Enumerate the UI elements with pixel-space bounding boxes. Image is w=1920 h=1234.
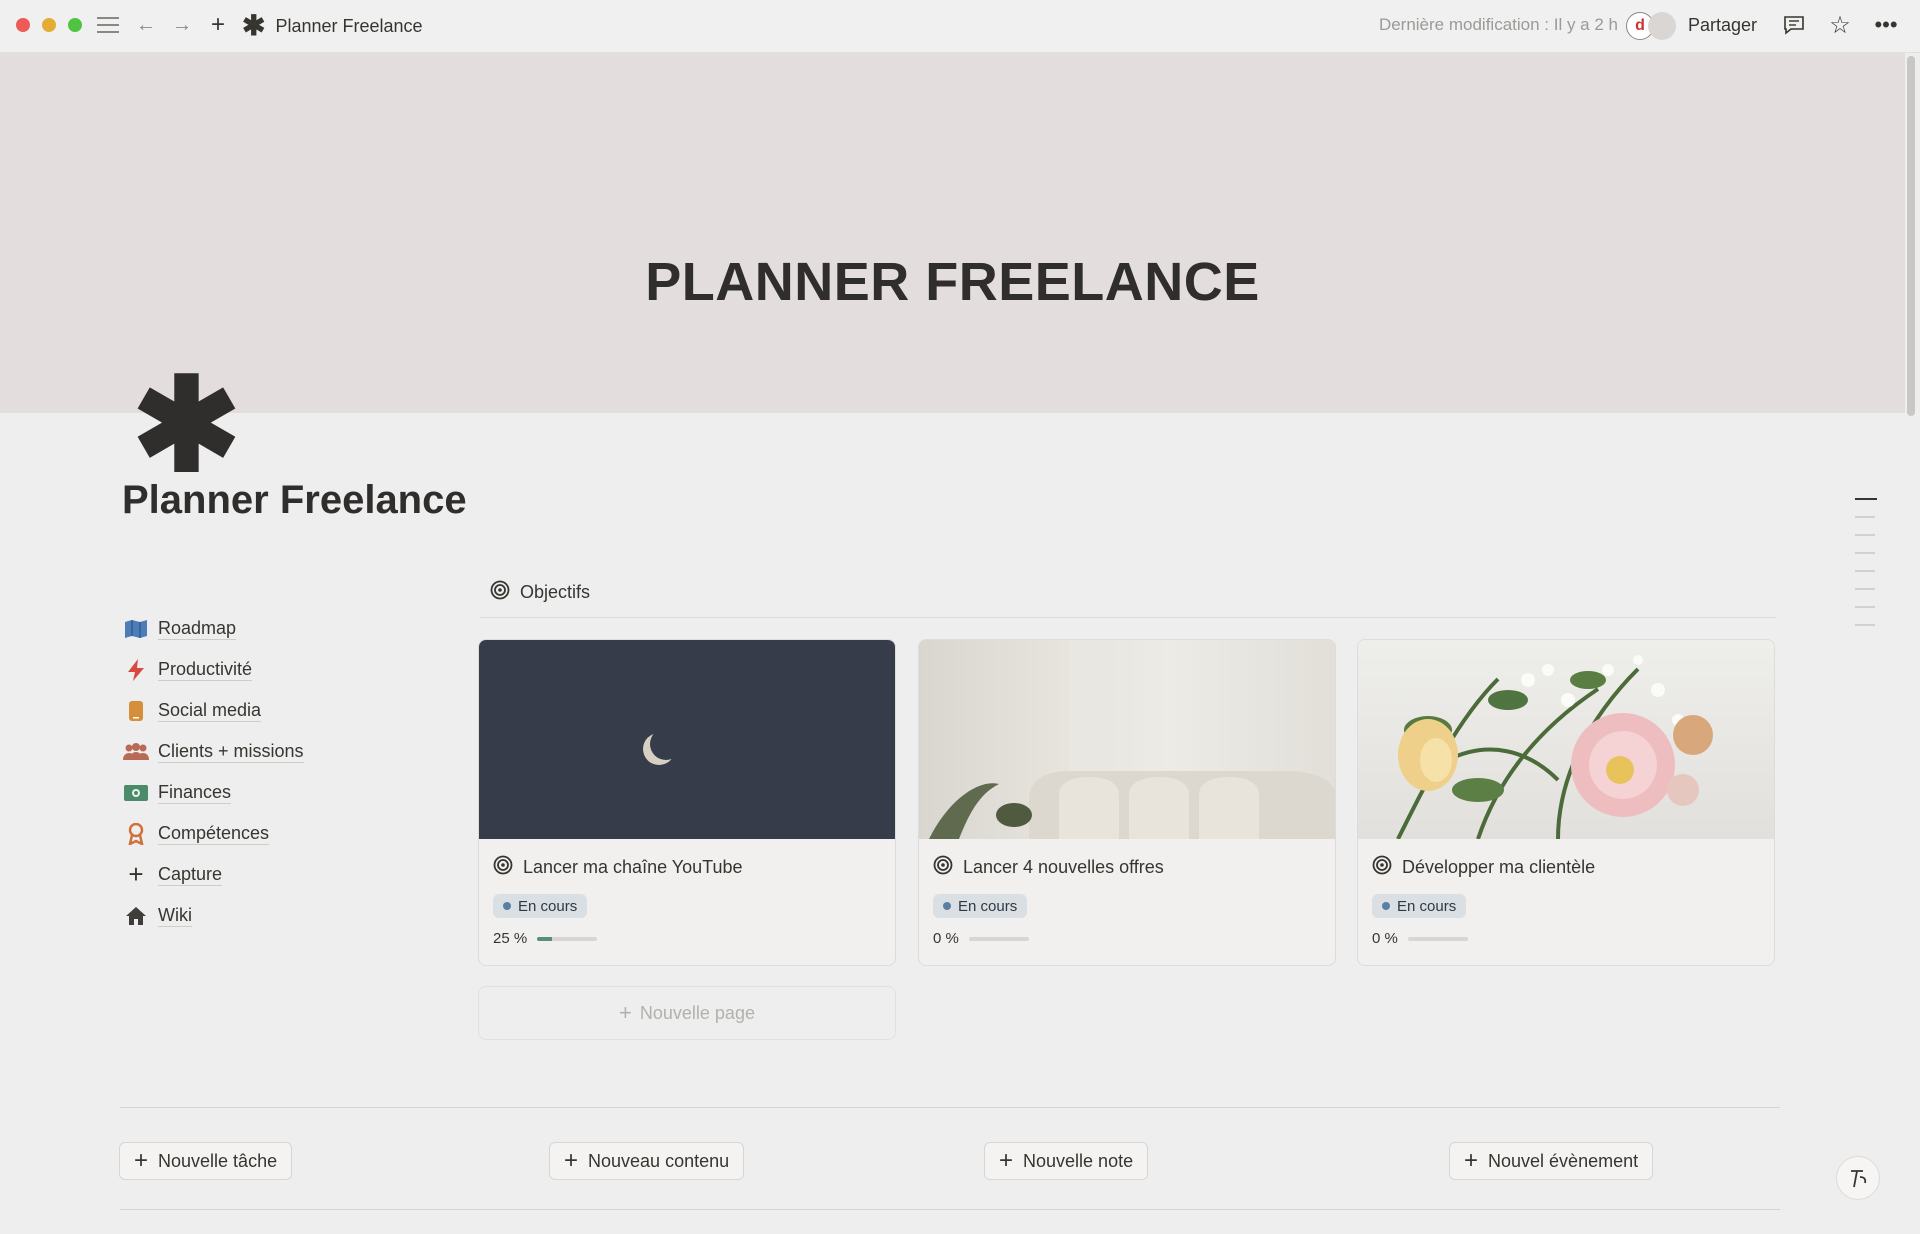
- card-cover-sofa-image: [919, 640, 1335, 839]
- target-icon: [493, 855, 513, 880]
- new-event-button[interactable]: + Nouvel évènement: [1449, 1142, 1654, 1180]
- status-badge: En cours: [1372, 894, 1467, 918]
- home-icon: [122, 904, 150, 928]
- status-dot: [943, 902, 951, 910]
- breadcrumb[interactable]: ✱ Planner Freelance: [242, 11, 423, 41]
- money-icon: [122, 781, 150, 805]
- map-icon: [122, 617, 150, 641]
- progress-bar: [968, 936, 1029, 941]
- status-dot: [503, 902, 511, 910]
- award-icon: [122, 822, 150, 846]
- plus-icon: +: [619, 1000, 632, 1025]
- status-badge: En cours: [933, 894, 1028, 918]
- back-arrow-icon[interactable]: ←: [132, 11, 160, 39]
- progress: 0 %: [933, 930, 1029, 947]
- phone-icon: [122, 699, 150, 723]
- page-title: Planner Freelance: [122, 478, 467, 522]
- progress: 0 %: [1372, 930, 1468, 947]
- plus-icon: +: [1464, 1147, 1479, 1174]
- people-icon: [122, 740, 150, 764]
- forward-arrow-icon[interactable]: →: [168, 11, 196, 39]
- objective-card-youtube[interactable]: Lancer ma chaîne YouTube En cours 25 %: [478, 639, 896, 966]
- nav-item-capture[interactable]: + Capture: [122, 854, 304, 895]
- page-asterisk-icon[interactable]: ✱: [132, 360, 241, 490]
- objectifs-label: Objectifs: [520, 582, 591, 602]
- lightning-icon: [122, 658, 150, 682]
- more-options-icon[interactable]: •••: [1872, 11, 1900, 39]
- nav-item-finances[interactable]: Finances: [122, 772, 304, 813]
- divider: [480, 617, 1776, 618]
- new-content-button[interactable]: + Nouveau contenu: [549, 1142, 745, 1180]
- plus-icon: +: [134, 1147, 149, 1174]
- card-title: Développer ma clientèle: [1372, 855, 1595, 880]
- page-nav-list: Roadmap Productivité Social media Client…: [122, 608, 304, 936]
- breadcrumb-page-name: Planner Freelance: [275, 15, 423, 36]
- cover-banner: PLANNER FREELANCE: [0, 53, 1905, 413]
- nav-item-productivite[interactable]: Productivité: [122, 649, 304, 690]
- nav-item-clients-missions[interactable]: Clients + missions: [122, 731, 304, 772]
- new-note-button[interactable]: + Nouvelle note: [984, 1142, 1149, 1180]
- scrollbar[interactable]: [1907, 56, 1915, 416]
- status-badge: En cours: [493, 894, 588, 918]
- card-title: Lancer ma chaîne YouTube: [493, 855, 743, 880]
- progress: 25 %: [493, 930, 598, 947]
- comment-icon[interactable]: [1780, 11, 1808, 39]
- objective-card-offres[interactable]: Lancer 4 nouvelles offres En cours 0 %: [918, 639, 1336, 966]
- plus-icon: +: [999, 1147, 1014, 1174]
- avatar-secondary[interactable]: [1648, 12, 1676, 40]
- asterisk-icon: ✱: [242, 10, 266, 41]
- plus-icon: +: [128, 859, 144, 889]
- sidebar-toggle-icon[interactable]: [94, 11, 122, 39]
- target-icon: [1372, 855, 1392, 880]
- card-title: Lancer 4 nouvelles offres: [933, 855, 1164, 880]
- last-modified-text: Dernière modification : Il y a 2 h: [1378, 15, 1618, 34]
- star-icon[interactable]: ☆: [1826, 11, 1854, 39]
- objective-card-clientele[interactable]: Développer ma clientèle En cours 0 %: [1357, 639, 1775, 966]
- card-cover-moon-image: [479, 640, 895, 839]
- progress-bar: [537, 936, 598, 941]
- maximize-window-button[interactable]: [68, 18, 82, 32]
- new-tab-plus-icon[interactable]: +: [204, 11, 232, 39]
- close-window-button[interactable]: [16, 18, 30, 32]
- table-of-contents[interactable]: [1855, 498, 1877, 642]
- share-button[interactable]: Partager: [1688, 15, 1757, 36]
- new-page-button[interactable]: + Nouvelle page: [478, 986, 896, 1040]
- new-task-button[interactable]: + Nouvelle tâche: [119, 1142, 293, 1180]
- nav-item-competences[interactable]: Compétences: [122, 813, 304, 854]
- banner-title: PLANNER FREELANCE: [645, 252, 1260, 312]
- divider: [120, 1107, 1780, 1108]
- objectifs-header[interactable]: Objectifs: [490, 580, 590, 605]
- card-cover-flower-image: [1358, 640, 1774, 840]
- status-dot: [1382, 902, 1390, 910]
- target-icon: [933, 855, 953, 880]
- divider: [120, 1209, 1780, 1210]
- nav-item-social-media[interactable]: Social media: [122, 690, 304, 731]
- top-bar: ← → + ✱ Planner Freelance Dernière modif…: [0, 0, 1920, 53]
- plus-icon: +: [564, 1147, 579, 1174]
- minimize-window-button[interactable]: [42, 18, 56, 32]
- target-icon: [490, 580, 510, 605]
- progress-bar: [1407, 936, 1468, 941]
- help-icon[interactable]: [1836, 1156, 1880, 1200]
- nav-item-wiki[interactable]: Wiki: [122, 895, 304, 936]
- nav-item-roadmap[interactable]: Roadmap: [122, 608, 304, 649]
